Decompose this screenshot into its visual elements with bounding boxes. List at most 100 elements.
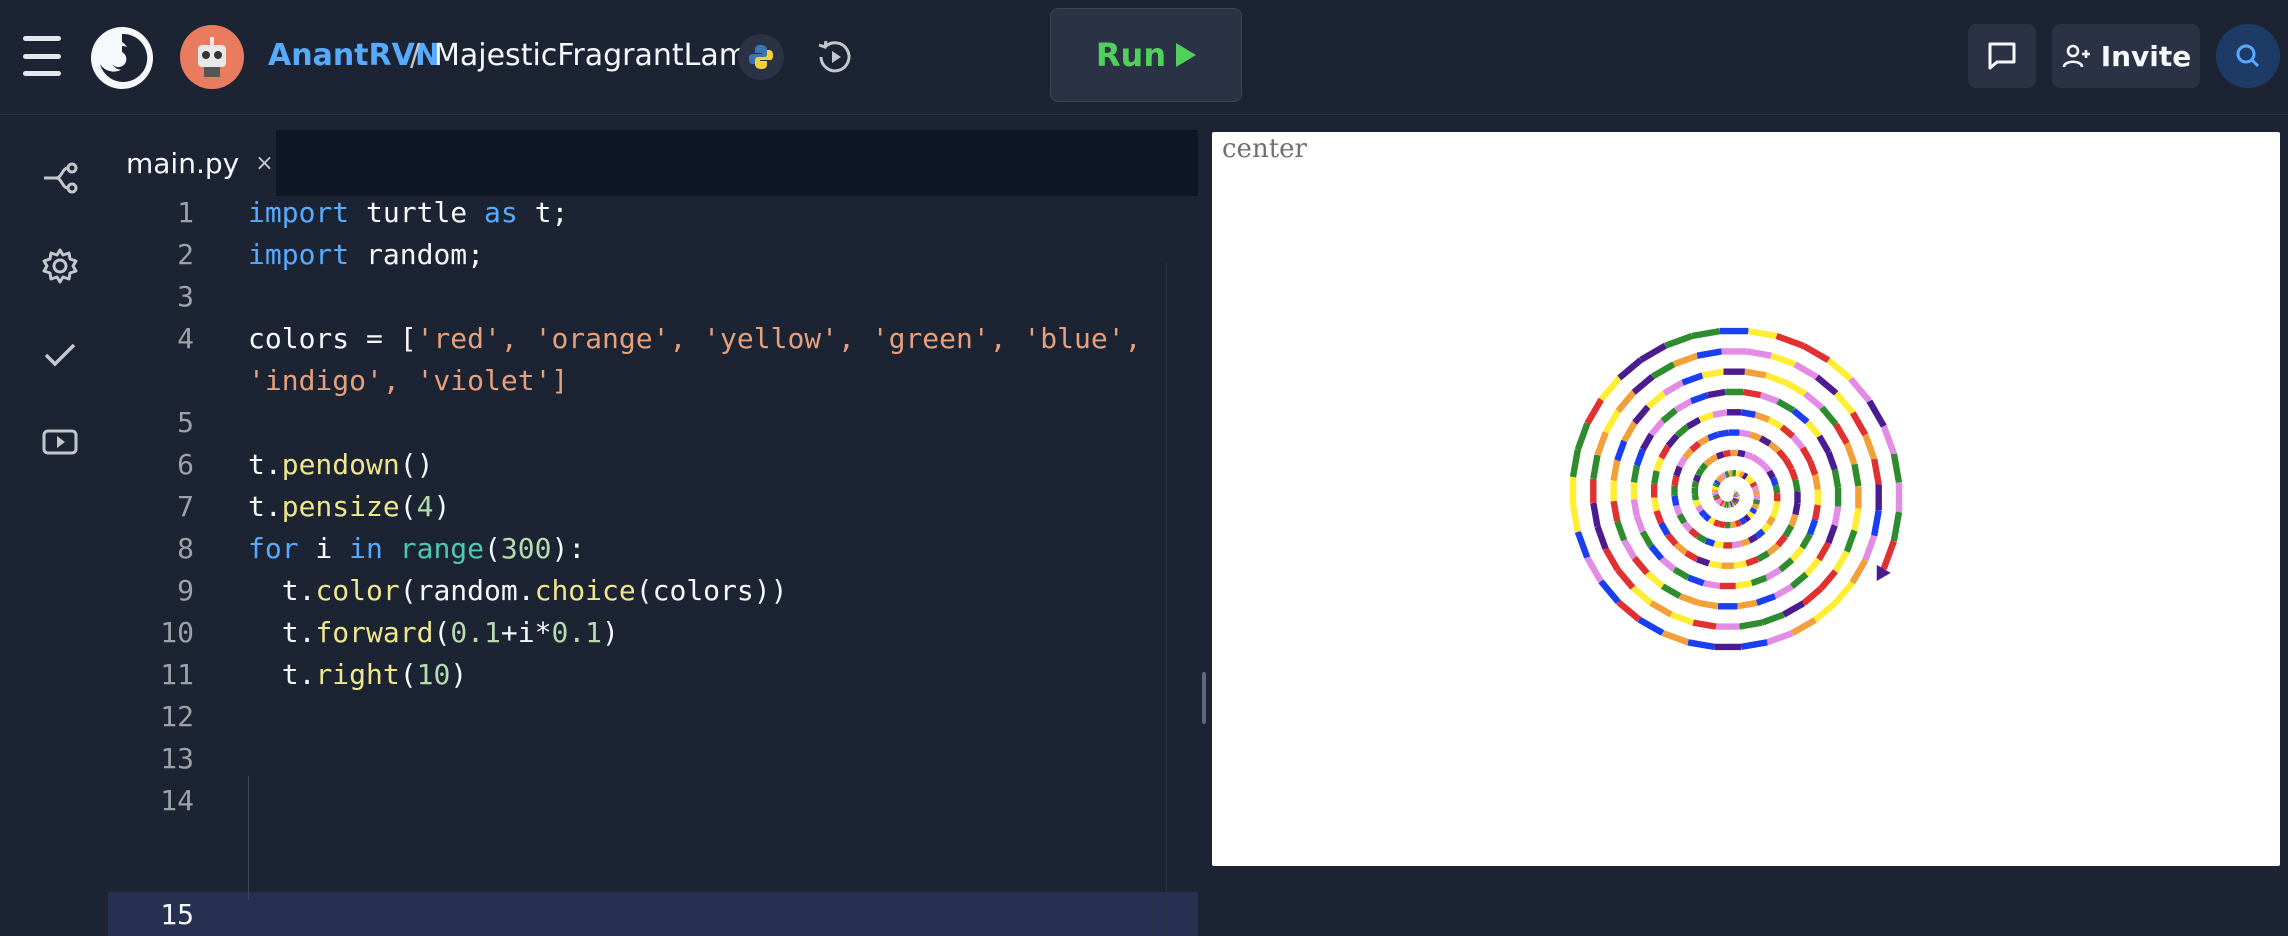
code-line[interactable]: import turtle as t;	[248, 196, 568, 229]
code-line[interactable]: t.forward(0.1+i*0.1)	[248, 616, 619, 649]
spiral-segment	[1884, 426, 1894, 454]
avatar[interactable]	[180, 25, 244, 89]
spiral-segment	[1853, 413, 1866, 435]
spiral-segment	[1717, 481, 1719, 484]
spiral-segment	[1695, 494, 1696, 500]
spiral-segment	[1736, 473, 1740, 474]
spiral-segment	[1736, 522, 1741, 524]
replit-logo[interactable]	[88, 24, 156, 92]
spiral-segment	[1593, 503, 1597, 527]
spiral-segment	[1736, 583, 1752, 586]
spiral-segment	[1573, 505, 1578, 532]
code-line[interactable]: t.color(random.choice(colors))	[248, 574, 787, 607]
spiral-segment	[1726, 474, 1729, 475]
spiral-segment	[1624, 540, 1634, 558]
spiral-segment	[1828, 525, 1835, 543]
spiral-segment	[1706, 541, 1715, 544]
run-button[interactable]: Run	[1050, 8, 1242, 102]
code-line[interactable]: t.pensize(4)	[248, 490, 450, 523]
spiral-segment	[1815, 505, 1818, 520]
spiral-segment	[1668, 436, 1677, 447]
spiral-segment	[1614, 460, 1618, 480]
spiral-segment	[1792, 620, 1815, 633]
code-line[interactable]: import random;	[248, 238, 484, 271]
spiral-segment	[1851, 379, 1870, 401]
spiral-segment	[1753, 483, 1755, 487]
spiral-segment	[1690, 530, 1697, 536]
spiral-segment	[1661, 446, 1668, 458]
spiral-segment	[1701, 511, 1705, 515]
spiral-segment	[1688, 420, 1700, 427]
chat-button[interactable]	[1968, 24, 2036, 88]
spiral-segment	[1617, 521, 1624, 540]
spiral-segment	[1829, 452, 1835, 470]
spiral-segment	[1835, 583, 1852, 603]
code-line[interactable]: t.pendown()	[248, 448, 433, 481]
spiral-segment	[1847, 444, 1855, 465]
spiral-segment	[1718, 433, 1729, 435]
video-icon[interactable]	[38, 420, 82, 464]
spiral-segment	[1786, 383, 1805, 394]
spiral-segment	[1643, 532, 1651, 546]
spiral-segment	[1786, 460, 1792, 470]
spiral-segment	[1819, 543, 1829, 560]
spiral-segment	[1817, 377, 1836, 393]
spiral-segment	[1688, 642, 1714, 647]
spiral-segment	[1745, 372, 1766, 376]
close-icon[interactable]: ×	[255, 151, 273, 176]
code-line[interactable]: 'indigo', 'violet']	[248, 364, 568, 397]
spiral-segment	[1747, 351, 1772, 355]
spiral-segment	[1865, 536, 1874, 561]
gear-icon[interactable]	[38, 244, 82, 288]
spiral-segment	[1822, 408, 1836, 425]
spiral-segment	[1752, 457, 1759, 461]
spiral-segment	[1713, 412, 1727, 415]
code-area[interactable]: 1 2 3 4 5 6 7 8 9 10 11 12 13 14 15 impo…	[108, 196, 1198, 870]
spiral-segment	[1835, 507, 1838, 526]
spiral-segment	[1874, 459, 1879, 484]
spiral-segment	[1729, 473, 1733, 474]
spiral-segment	[1693, 623, 1716, 627]
code-line[interactable]: colors = ['red', 'orange', 'yellow', 'gr…	[248, 322, 1141, 355]
spiral-segment	[1601, 581, 1619, 602]
check-icon[interactable]	[38, 332, 82, 376]
spiral-segment	[1663, 633, 1688, 642]
line-number: 1	[108, 196, 194, 229]
breadcrumb-separator: /	[410, 34, 420, 78]
python-icon[interactable]	[738, 34, 784, 80]
spiral-segment	[1764, 465, 1769, 471]
spiral-segment	[1624, 423, 1634, 441]
spiral-segment	[1578, 424, 1588, 450]
code-line[interactable]: for i in range(300):	[248, 532, 585, 565]
panel-resize-handle[interactable]	[1202, 672, 1206, 724]
search-button[interactable]	[2216, 24, 2280, 88]
spiral-segment	[1795, 364, 1817, 377]
spiral-segment	[1821, 571, 1836, 588]
spiral-segment	[1708, 392, 1726, 395]
spiral-segment	[1684, 523, 1690, 530]
spiral-segment	[1618, 570, 1633, 588]
spiral-segment	[1715, 492, 1716, 495]
active-line-highlight	[108, 892, 1198, 936]
spiral-segment	[1804, 346, 1829, 360]
breadcrumb-repl-name[interactable]: MajesticFragrantLamp	[434, 34, 767, 78]
spiral-segment	[1733, 502, 1734, 503]
spiral-segment	[1654, 471, 1656, 484]
spiral-segment	[1758, 461, 1764, 466]
tab-main-py[interactable]: main.py ×	[108, 130, 276, 196]
spiral-segment	[1740, 474, 1744, 475]
spiral-segment	[1718, 499, 1720, 501]
git-branch-icon[interactable]	[38, 156, 82, 200]
spiral-segment	[1634, 558, 1647, 574]
code-line[interactable]: t.right(10)	[248, 658, 467, 691]
invite-button[interactable]: Invite	[2052, 24, 2200, 88]
history-icon[interactable]	[812, 34, 858, 80]
hamburger-icon[interactable]	[18, 36, 66, 76]
spiral-segment	[1855, 509, 1859, 531]
spiral-segment	[1791, 515, 1795, 526]
line-number: 14	[108, 784, 194, 817]
spiral-segment	[1639, 620, 1663, 634]
spiral-segment	[1711, 457, 1717, 461]
code-editor[interactable]: main.py × 1 2 3 4 5 6 7 8 9 10 11 12 13 …	[108, 130, 1198, 870]
spiral-segment	[1698, 506, 1701, 511]
